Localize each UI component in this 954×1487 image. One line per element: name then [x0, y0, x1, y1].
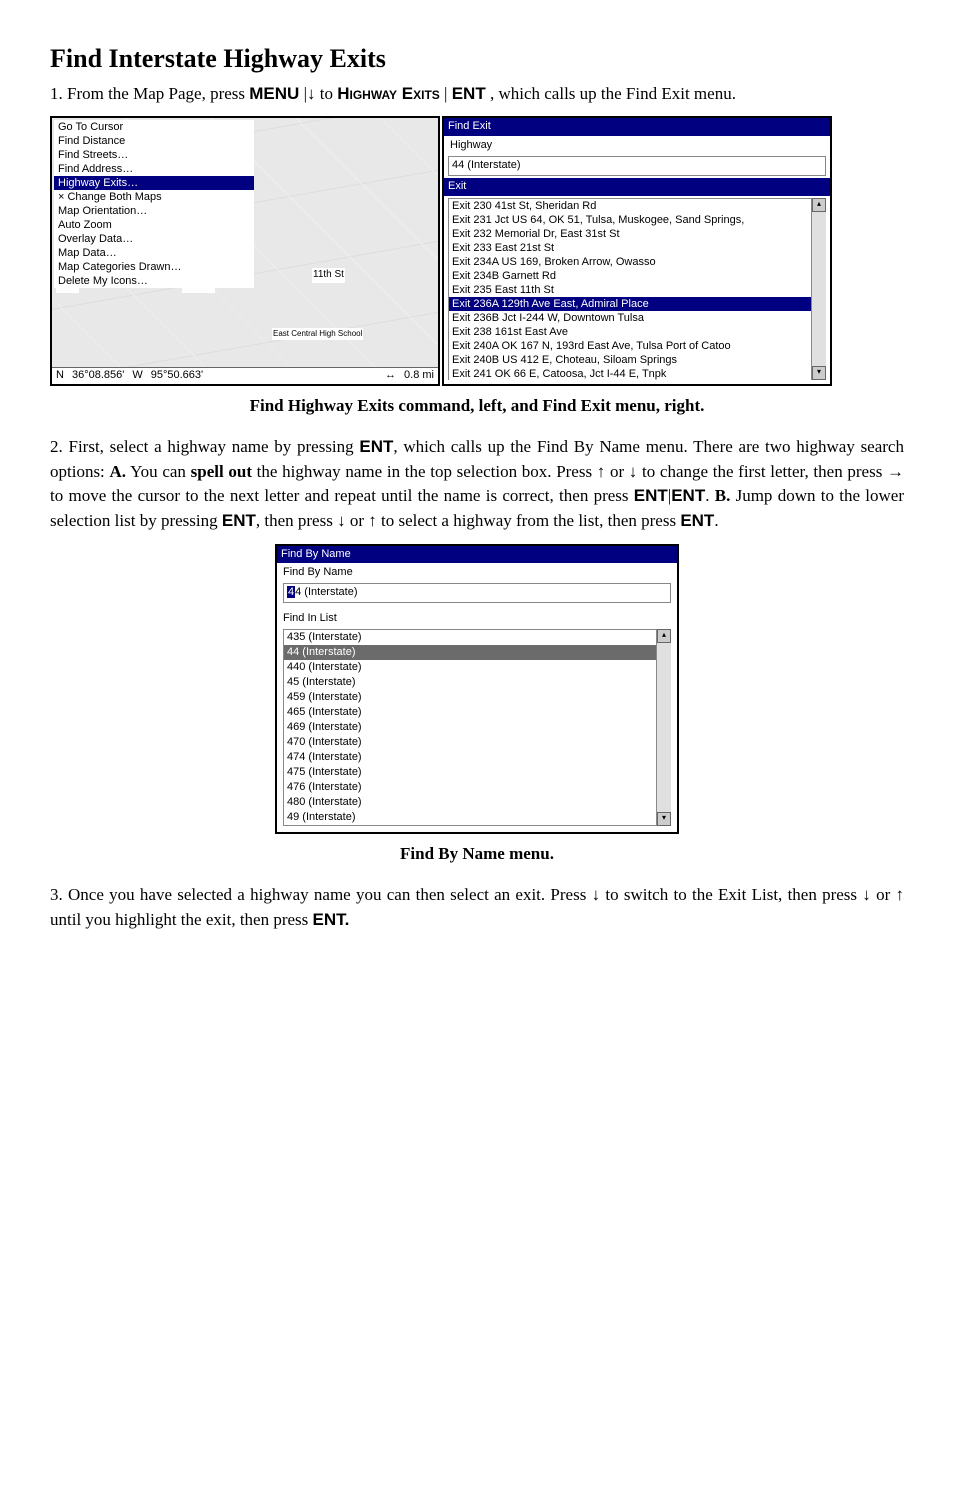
menu-item[interactable]: Find Address… [54, 162, 254, 176]
text: , then press ↓ or ↑ to select a highway … [256, 511, 680, 530]
popup-menu: Go To Cursor Find Distance Find Streets…… [54, 120, 254, 288]
list-item[interactable]: Exit 238 161st East Ave [449, 325, 811, 339]
find-exit-panel: Find Exit Highway 44 (Interstate) Exit E… [442, 116, 832, 386]
list-item[interactable]: Exit 234A US 169, Broken Arrow, Owasso [449, 255, 811, 269]
list-item[interactable]: Exit 232 Memorial Dr, East 31st St [449, 227, 811, 241]
highway-list[interactable]: 435 (Interstate) 44 (Interstate) 440 (In… [283, 629, 671, 826]
menu-item[interactable]: × Change Both Maps [54, 190, 254, 204]
list-item[interactable]: 465 (Interstate) [284, 705, 656, 720]
text: 2. First, select a highway name by press… [50, 437, 359, 456]
list-item[interactable]: Exit 234B Garnett Rd [449, 269, 811, 283]
menu-item[interactable]: Map Data… [54, 246, 254, 260]
text: 3. Once you have selected a highway name… [50, 885, 904, 929]
cursor-char: 4 [287, 586, 295, 598]
list-item[interactable]: 470 (Interstate) [284, 735, 656, 750]
input-text: 4 (Interstate) [295, 586, 357, 598]
text: | [444, 84, 447, 103]
figure-2-caption: Find By Name menu. [50, 842, 904, 867]
key-ent: ENT [671, 486, 705, 505]
list-item[interactable]: 45 (Interstate) [284, 675, 656, 690]
status-lat: 36°08.856' [72, 368, 124, 384]
page-title: Find Interstate Highway Exits [50, 40, 904, 78]
road-label: 11th St [312, 268, 345, 283]
figure-row-1: th St 11th St 11th St East Central High … [50, 116, 904, 386]
arrow-icon: ↔ [385, 368, 396, 384]
scrollbar[interactable]: ▴ ▾ [656, 629, 671, 826]
list-item-selected[interactable]: Exit 236A 129th Ave East, Admiral Place [449, 297, 811, 311]
list-item[interactable]: 469 (Interstate) [284, 720, 656, 735]
bold-text: spell out [191, 462, 252, 481]
key-highway-exits: Highway Exits [337, 84, 440, 103]
list-item[interactable]: 480 (Interstate) [284, 795, 656, 810]
list-item[interactable]: 49 (Interstate) [284, 810, 656, 825]
key-ent: ENT. [313, 910, 350, 929]
text: , which calls up the Find Exit menu. [490, 84, 736, 103]
menu-item[interactable]: Find Streets… [54, 148, 254, 162]
status-n: N [56, 368, 64, 384]
list-item[interactable]: 435 (Interstate) [284, 630, 656, 645]
text: |↓ to [304, 84, 338, 103]
exit-list[interactable]: Exit 230 41st St, Sheridan Rd Exit 231 J… [448, 198, 826, 380]
panel-title: Find Exit [444, 118, 830, 136]
key-ent: ENT [452, 84, 486, 103]
option-b-label: B. [715, 486, 731, 505]
key-ent: ENT [222, 511, 256, 530]
list-item[interactable]: Exit 240B US 412 E, Choteau, Siloam Spri… [449, 353, 811, 367]
list-item[interactable]: Exit 236B Jct I-244 W, Downtown Tulsa [449, 311, 811, 325]
scrollbar[interactable]: ▴ ▾ [811, 198, 826, 380]
key-ent: ENT [680, 511, 714, 530]
status-lon: 95°50.663' [151, 368, 203, 384]
key-ent: ENT [359, 437, 393, 456]
text: You can [126, 462, 191, 481]
exit-label: Exit [444, 178, 830, 196]
scroll-down-icon[interactable]: ▾ [657, 812, 671, 826]
key-ent: ENT [634, 486, 668, 505]
list-item-selected[interactable]: 44 (Interstate) [284, 645, 656, 660]
text: . [705, 486, 715, 505]
list-item[interactable]: Exit 231 Jct US 64, OK 51, Tulsa, Muskog… [449, 213, 811, 227]
menu-item[interactable]: Auto Zoom [54, 218, 254, 232]
highway-label: Highway [444, 136, 830, 154]
step-1: 1. From the Map Page, press MENU |↓ to H… [50, 82, 904, 107]
menu-item[interactable]: Delete My Icons… [54, 274, 254, 288]
scroll-up-icon[interactable]: ▴ [812, 198, 826, 212]
list-item[interactable]: Exit 241 OK 66 E, Catoosa, Jct I-44 E, T… [449, 367, 811, 380]
status-distance: 0.8 mi [404, 368, 434, 384]
menu-item[interactable]: Map Categories Drawn… [54, 260, 254, 274]
list-item[interactable]: 476 (Interstate) [284, 780, 656, 795]
menu-item[interactable]: Go To Cursor [54, 120, 254, 134]
list-item[interactable]: 459 (Interstate) [284, 690, 656, 705]
scroll-up-icon[interactable]: ▴ [657, 629, 671, 643]
key-menu: MENU [249, 84, 299, 103]
status-w: W [132, 368, 142, 384]
status-bar: N 36°08.856' W 95°50.663' ↔ 0.8 mi [52, 367, 438, 384]
panel-title: Find By Name [277, 546, 677, 564]
menu-item[interactable]: Map Orientation… [54, 204, 254, 218]
list-item[interactable]: Exit 240A OK 167 N, 193rd East Ave, Tuls… [449, 339, 811, 353]
map-panel: th St 11th St 11th St East Central High … [50, 116, 440, 386]
name-label: Find By Name [277, 563, 677, 581]
list-label: Find In List [277, 609, 677, 627]
list-item[interactable]: 474 (Interstate) [284, 750, 656, 765]
list-item[interactable]: 475 (Interstate) [284, 765, 656, 780]
list-item[interactable]: Exit 233 East 21st St [449, 241, 811, 255]
highway-input[interactable]: 44 (Interstate) [448, 156, 826, 176]
text: 1. From the Map Page, press [50, 84, 249, 103]
map-poi-label: East Central High School [272, 328, 363, 340]
menu-item[interactable]: Overlay Data… [54, 232, 254, 246]
list-item[interactable]: Exit 235 East 11th St [449, 283, 811, 297]
figure-1-caption: Find Highway Exits command, left, and Fi… [50, 394, 904, 419]
scroll-down-icon[interactable]: ▾ [812, 366, 826, 380]
menu-item-selected[interactable]: Highway Exits… [54, 176, 254, 190]
option-a-label: A. [109, 462, 126, 481]
text: . [714, 511, 718, 530]
find-by-name-panel: Find By Name Find By Name 44 (Interstate… [275, 544, 679, 835]
list-item[interactable]: 440 (Interstate) [284, 660, 656, 675]
list-item[interactable]: Exit 230 41st St, Sheridan Rd [449, 199, 811, 213]
name-input[interactable]: 44 (Interstate) [283, 583, 671, 603]
step-2: 2. First, select a highway name by press… [50, 435, 904, 534]
menu-item[interactable]: Find Distance [54, 134, 254, 148]
step-3: 3. Once you have selected a highway name… [50, 883, 904, 932]
